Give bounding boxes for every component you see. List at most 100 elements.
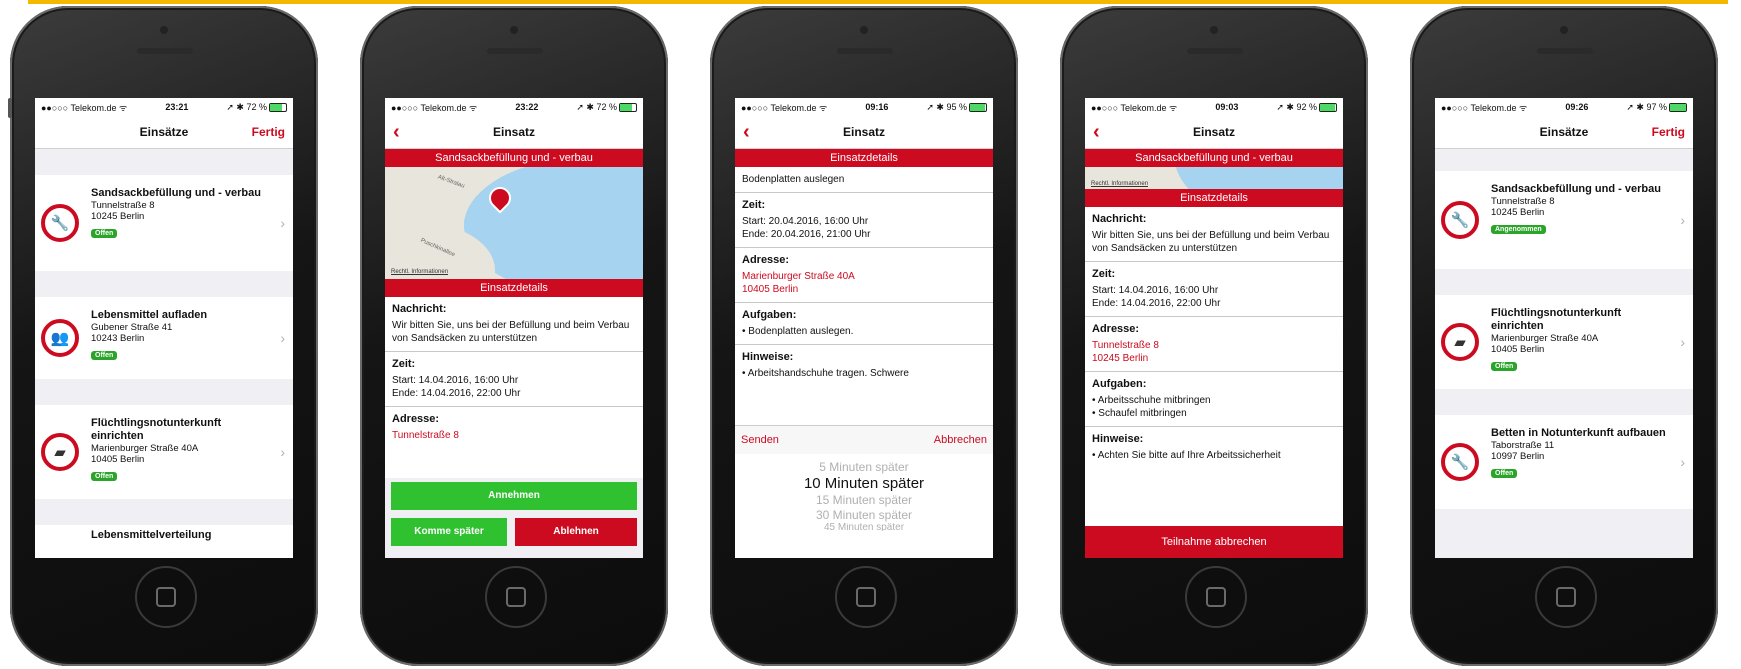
list-item[interactable]: 🔧 Sandsackbefüllung und - verbau Tunnels…	[1435, 171, 1693, 269]
status-badge: Angenommen	[1491, 225, 1546, 234]
map-water	[1166, 167, 1343, 189]
battery-status: ➚ ✱ 97 %	[1626, 102, 1687, 113]
item-street: Taborstraße 11	[1491, 440, 1555, 451]
phone-frame-1: ●●○○○ Telekom.de ᯤ 23:21 ➚ ✱ 72 % Einsät…	[8, 6, 318, 666]
address-street[interactable]: Tunnelstraße 8	[1092, 339, 1336, 352]
camera	[860, 26, 868, 34]
section-label: Nachricht:	[1092, 213, 1147, 225]
battery-icon	[1319, 102, 1337, 112]
list-item[interactable]: ▰ Flüchtlingsnotunterkunft einrichten Ma…	[1435, 295, 1693, 389]
address-section: Adresse: Tunnelstraße 8	[385, 407, 643, 448]
speaker	[1187, 48, 1243, 54]
battery-status: ➚ ✱ 72 %	[576, 102, 637, 113]
back-chevron-icon[interactable]: ‹	[393, 122, 400, 142]
bed-icon: ▰	[1441, 323, 1479, 361]
legal-link[interactable]: Rechtl. Informationen	[391, 269, 448, 275]
screen-einsaetze-list-updated: ●●○○○ Telekom.de ᯤ 09:26 ➚ ✱ 97 % Einsät…	[1435, 98, 1693, 558]
picker-option-selected[interactable]: 10 Minuten später	[735, 475, 993, 493]
home-button[interactable]	[485, 566, 547, 628]
cancel-participation-button[interactable]: Teilnahme abbrechen	[1085, 526, 1343, 558]
clock: 09:16	[865, 102, 889, 112]
notes-section: Hinweise: • Achten Sie bitte auf Ihre Ar…	[1085, 427, 1343, 468]
come-later-button[interactable]: Komme später	[391, 518, 507, 546]
legal-link[interactable]: Rechtl. Informationen	[1091, 181, 1148, 187]
status-bar: ●●○○○ Telekom.de ᯤ 09:03 ➚ ✱ 92 %	[1085, 98, 1343, 116]
back-chevron-icon[interactable]: ‹	[743, 122, 750, 142]
decline-button[interactable]: Ablehnen	[515, 518, 637, 546]
status-bar: ●●○○○ Telekom.de ᯤ 23:22 ➚ ✱ 72 %	[385, 98, 643, 116]
location-map[interactable]: Alt-Stralau Puschkinallee Rechtl. Inform…	[385, 167, 643, 279]
top-accent-line	[28, 0, 1728, 4]
picker-option[interactable]: 45 Minuten später	[735, 523, 993, 531]
screen-einsatz-accepted: ●●○○○ Telekom.de ᯤ 09:03 ➚ ✱ 92 % ‹ Eins…	[1085, 98, 1343, 558]
task-item: • Bodenplatten auslegen.	[742, 326, 854, 337]
status-badge: Offen	[1491, 362, 1518, 371]
task-item: • Schaufel mitbringen	[1092, 408, 1187, 419]
done-button[interactable]: Fertig	[252, 125, 285, 139]
home-button[interactable]	[1535, 566, 1597, 628]
bed-icon: ▰	[41, 433, 79, 471]
start-time: Start: 20.04.2016, 16:00 Uhr	[742, 216, 869, 227]
address-link[interactable]: Tunnelstraße 8	[392, 429, 636, 442]
wrench-icon: 🔧	[1441, 201, 1479, 239]
time-section: Zeit: Start: 14.04.2016, 16:00 Uhr Ende:…	[1085, 262, 1343, 317]
item-street: Marienburger Straße 40A	[91, 443, 199, 454]
speaker	[137, 48, 193, 54]
section-label: Adresse:	[392, 413, 440, 425]
page-title: Einsätze	[139, 125, 189, 139]
carrier: ●●○○○ Telekom.de ᯤ	[1441, 102, 1528, 113]
picker-option[interactable]: 30 Minuten später	[735, 508, 993, 523]
send-button[interactable]: Senden	[741, 434, 779, 446]
carrier: ●●○○○ Telekom.de ᯤ	[1091, 102, 1178, 113]
chevron-right-icon: ›	[1680, 212, 1685, 228]
list-item[interactable]: 🔧 Sandsackbefüllung und - verbau Tunnels…	[35, 175, 293, 271]
home-button[interactable]	[835, 566, 897, 628]
item-street: Marienburger Straße 40A	[1491, 333, 1599, 344]
list-item[interactable]: Lebensmittelverteilung	[35, 525, 293, 558]
address-city[interactable]: 10405 Berlin	[742, 283, 986, 296]
cancel-button[interactable]: Abbrechen	[934, 434, 987, 446]
list-item[interactable]: 👥 Lebensmittel aufladen Gubener Straße 4…	[35, 297, 293, 379]
speaker	[837, 48, 893, 54]
battery-status: ➚ ✱ 92 %	[1276, 102, 1337, 113]
section-label: Hinweise:	[1092, 433, 1144, 445]
item-city: 10997 Berlin	[1491, 451, 1545, 462]
done-button[interactable]: Fertig	[1652, 125, 1685, 139]
people-icon: 👥	[41, 319, 79, 357]
status-bar: ●●○○○ Telekom.de ᯤ 09:16 ➚ ✱ 95 %	[735, 98, 993, 116]
nav-bar: ‹ Einsatz	[735, 116, 993, 149]
delay-picker[interactable]: 5 Minuten später 10 Minuten später 15 Mi…	[735, 454, 993, 558]
list-item[interactable]: 🔧 Betten in Notunterkunft aufbauen Tabor…	[1435, 415, 1693, 509]
back-chevron-icon[interactable]: ‹	[1093, 122, 1100, 142]
mute-switch	[8, 98, 12, 118]
start-time: Start: 14.04.2016, 16:00 Uhr	[1092, 285, 1219, 296]
section-header: Einsatzdetails	[735, 149, 993, 167]
camera	[1210, 26, 1218, 34]
battery-status: ➚ ✱ 95 %	[926, 102, 987, 113]
wrench-icon: 🔧	[41, 204, 79, 242]
item-street: Tunnelstraße 8	[1491, 196, 1555, 207]
item-street: Tunnelstraße 8	[91, 200, 155, 211]
location-map[interactable]: Rechtl. Informationen	[1085, 167, 1343, 189]
address-city[interactable]: 10245 Berlin	[1092, 352, 1336, 365]
screen-einsaetze-list: ●●○○○ Telekom.de ᯤ 23:21 ➚ ✱ 72 % Einsät…	[35, 98, 293, 558]
address-street[interactable]: Marienburger Straße 40A	[742, 270, 986, 283]
home-button[interactable]	[1185, 566, 1247, 628]
carrier: ●●○○○ Telekom.de ᯤ	[41, 102, 128, 113]
list-item[interactable]: ▰ Flüchtlingsnotunterkunft einrichten Ma…	[35, 405, 293, 499]
item-title: Flüchtlingsnotunterkunft einrichten	[91, 417, 222, 442]
clock: 09:26	[1565, 102, 1589, 112]
message-section: Nachricht: Wir bitten Sie, uns bei der B…	[385, 297, 643, 352]
home-button[interactable]	[135, 566, 197, 628]
chevron-right-icon: ›	[280, 330, 285, 346]
item-title: Betten in Notunterkunft aufbauen	[1491, 427, 1666, 439]
item-title: Lebensmittelverteilung	[91, 529, 212, 541]
note-item: • Arbeitshandschuhe tragen. Schwere	[742, 368, 909, 379]
picker-option[interactable]: 15 Minuten später	[735, 493, 993, 508]
message-text: Wir bitten Sie, uns bei der Befüllung un…	[392, 320, 630, 344]
accept-button[interactable]: Annehmen	[391, 482, 637, 510]
picker-option[interactable]: 5 Minuten später	[735, 460, 993, 475]
notes-section: Hinweise: • Arbeitshandschuhe tragen. Sc…	[735, 345, 993, 379]
time-section: Zeit: Start: 20.04.2016, 16:00 Uhr Ende:…	[735, 193, 993, 248]
item-city: 10405 Berlin	[91, 454, 145, 465]
